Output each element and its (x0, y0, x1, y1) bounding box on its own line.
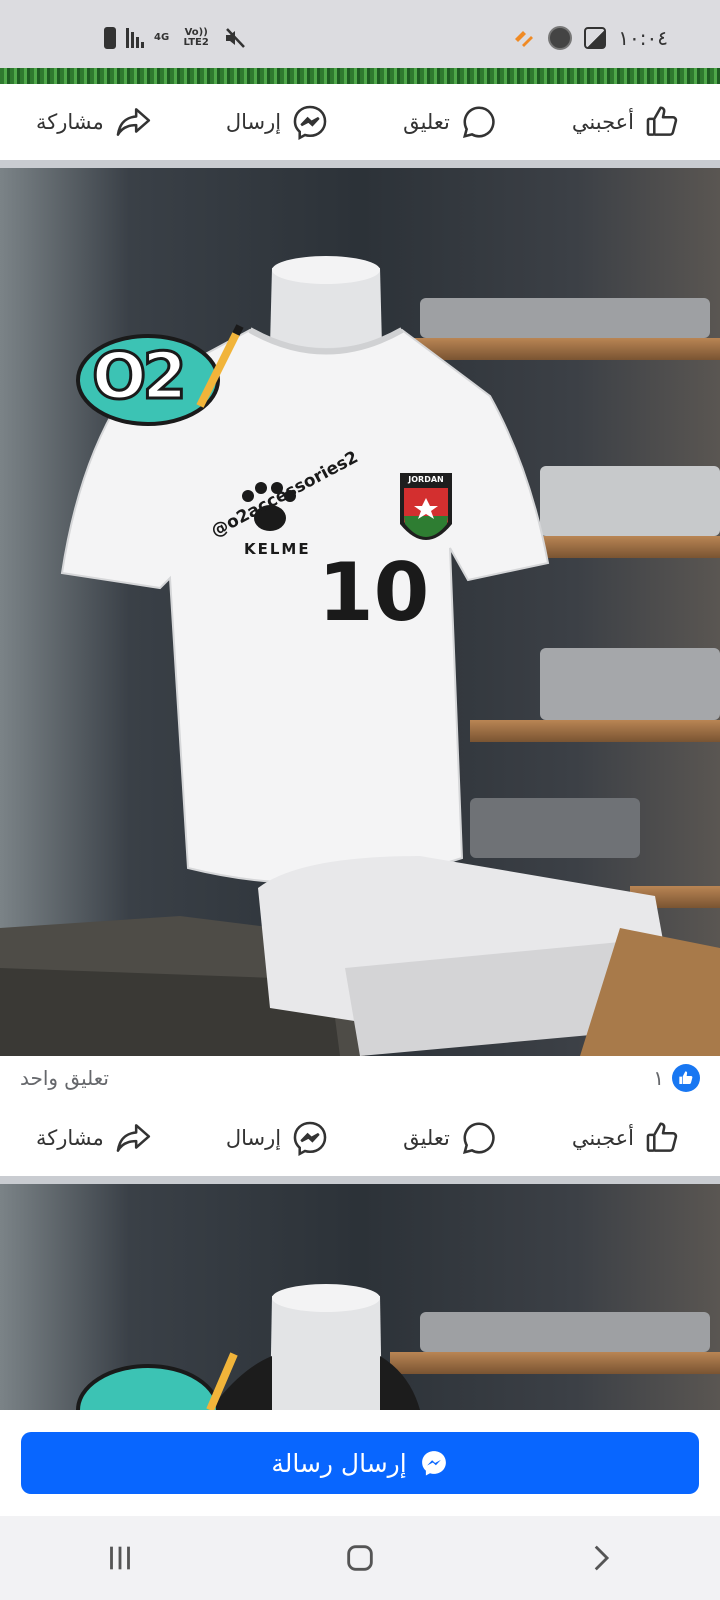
comment-count[interactable]: تعليق واحد (20, 1066, 109, 1090)
comment-icon (462, 106, 495, 139)
jersey-number: 10 (318, 546, 430, 639)
logo-text: O2 (91, 339, 189, 416)
post-separator (0, 1176, 720, 1184)
jersey-brand: KELME (244, 540, 311, 558)
share-label: مشاركة (36, 110, 104, 134)
like-button[interactable]: أعجبني (572, 103, 682, 141)
app-icon (548, 26, 573, 50)
share-button[interactable]: مشاركة (36, 1119, 152, 1157)
like-button[interactable]: أعجبني (572, 1119, 682, 1157)
send-button[interactable]: إرسال (226, 103, 329, 141)
gallery-icon (584, 27, 607, 49)
volte-indicator: Vo)) LTE2 (183, 27, 209, 48)
like-count: ١ (653, 1066, 664, 1090)
header-image-strip (0, 68, 720, 84)
messenger-icon (293, 105, 327, 140)
like-label: أعجبني (571, 1126, 634, 1150)
back-icon[interactable] (583, 1541, 617, 1575)
jersey-badge-text: JORDAN (408, 475, 444, 484)
comment-icon (462, 1122, 495, 1155)
post-action-bar-top: أعجبني تعليق إرسال مشاركة (0, 84, 720, 160)
share-icon (116, 1124, 150, 1152)
comment-button[interactable]: تعليق (403, 1119, 498, 1157)
post-image[interactable]: O2 JORDAN KELME @o2accessories2 10 (0, 168, 720, 1056)
share-icon (116, 108, 150, 136)
send-label: إرسال (225, 110, 282, 134)
network-type: 4G (154, 32, 170, 43)
signal-icon (126, 28, 144, 48)
messenger-icon (293, 1121, 327, 1156)
mute-icon (226, 28, 246, 48)
reaction-summary[interactable]: ١ (653, 1064, 700, 1092)
status-left: 4G Vo)) LTE2 (104, 26, 247, 50)
messenger-icon (421, 1451, 446, 1476)
thumbs-up-icon (646, 106, 678, 136)
recent-apps-icon[interactable] (103, 1541, 137, 1575)
send-label: إرسال (225, 1126, 282, 1150)
comment-label: تعليق (403, 1126, 450, 1150)
clock: ١٠:٠٤ (618, 26, 668, 50)
system-nav-bar (0, 1516, 720, 1600)
send-message-button[interactable]: إرسال رسالة (21, 1432, 699, 1494)
share-label: مشاركة (36, 1126, 104, 1150)
status-bar: 4G Vo)) LTE2 ١٠:٠٤ (0, 0, 720, 68)
battery-icon (104, 27, 116, 49)
like-reaction-icon (672, 1064, 700, 1092)
share-button[interactable]: مشاركة (36, 103, 152, 141)
post-separator (0, 160, 720, 168)
post-stats: ١ تعليق واحد (0, 1056, 720, 1100)
notification-icon (515, 31, 534, 47)
jersey-illustration (76, 1284, 420, 1410)
post-action-bar: أعجبني تعليق إرسال مشاركة (0, 1100, 720, 1176)
comment-label: تعليق (403, 110, 450, 134)
home-icon[interactable] (343, 1541, 377, 1575)
send-button[interactable]: إرسال (226, 1119, 329, 1157)
like-label: أعجبني (571, 110, 634, 134)
status-right: ١٠:٠٤ (512, 26, 668, 50)
next-post-image[interactable] (0, 1184, 720, 1410)
thumbs-up-icon (646, 1122, 678, 1152)
send-message-bar: إرسال رسالة (0, 1410, 720, 1516)
comment-button[interactable]: تعليق (403, 103, 498, 141)
send-message-label: إرسال رسالة (271, 1448, 407, 1478)
